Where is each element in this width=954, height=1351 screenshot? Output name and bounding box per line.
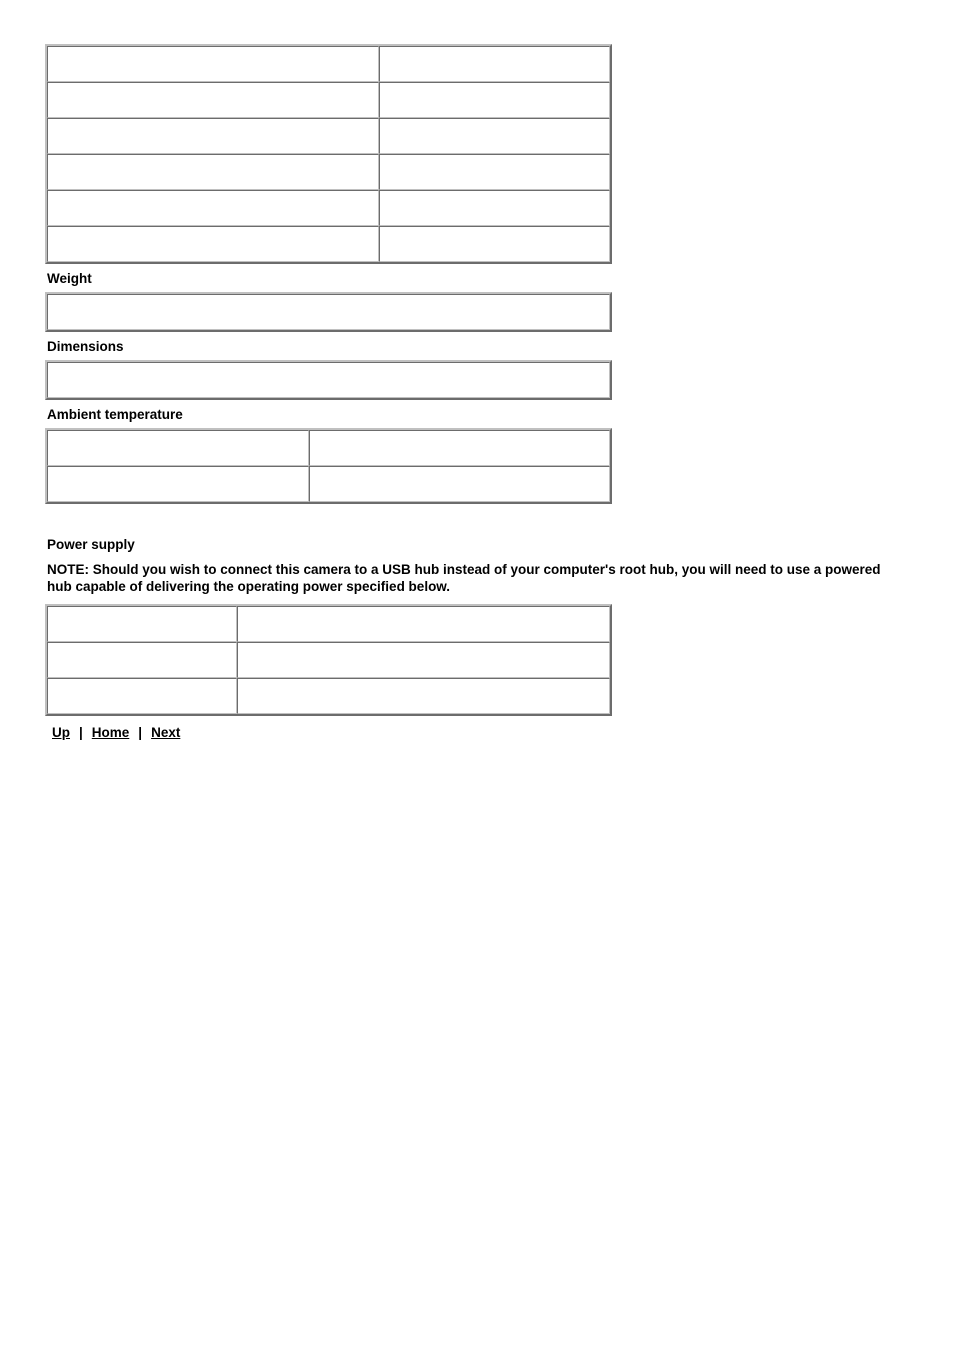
table-row (47, 226, 610, 262)
nav-separator: | (79, 725, 83, 740)
table-cell (47, 190, 379, 226)
table-row (47, 154, 610, 190)
table-cell (47, 82, 379, 118)
table-row (47, 46, 610, 82)
table-row (47, 294, 610, 330)
table-cell (379, 190, 610, 226)
section-heading-weight: Weight (47, 271, 92, 286)
page-navigation: Up | Home | Next (52, 724, 925, 742)
table-cell (47, 606, 237, 642)
ambient-temperature-table (45, 428, 612, 504)
table-row (47, 362, 610, 398)
power-supply-section (45, 604, 925, 716)
dimensions-table (45, 360, 612, 400)
table-cell (47, 294, 610, 330)
table-cell (47, 46, 379, 82)
table-cell (379, 154, 610, 190)
table-cell (47, 642, 237, 678)
section-heading-ambient-temperature: Ambient temperature (47, 407, 183, 422)
nav-separator: | (138, 725, 143, 740)
nav-link-home[interactable]: Home (92, 725, 130, 740)
table-cell (47, 118, 379, 154)
table-cell (379, 46, 610, 82)
section-heading-power-supply: Power supply (47, 537, 135, 552)
table-cell (379, 118, 610, 154)
power-supply-note: NOTE: Should you wish to connect this ca… (47, 562, 881, 594)
dimensions-section (45, 360, 925, 400)
table-row (47, 82, 610, 118)
table-cell (47, 226, 379, 262)
table-cell (47, 362, 610, 398)
power-supply-table (45, 604, 612, 716)
document-content: Weight Dimensions Ambient temperature Po… (45, 44, 925, 742)
table-cell (47, 678, 237, 714)
table-row (47, 118, 610, 154)
table-cell (309, 430, 610, 466)
table-row (47, 642, 610, 678)
weight-table (45, 292, 612, 332)
table-cell (379, 226, 610, 262)
nav-link-next[interactable]: Next (151, 725, 180, 740)
table-cell (237, 642, 610, 678)
table-row (47, 190, 610, 226)
general-specs-section (45, 44, 925, 264)
table-cell (237, 606, 610, 642)
table-cell (47, 430, 309, 466)
weight-section (45, 292, 925, 332)
document-page: Weight Dimensions Ambient temperature Po… (0, 0, 954, 1351)
table-cell (47, 466, 309, 502)
table-cell (237, 678, 610, 714)
section-heading-dimensions: Dimensions (47, 339, 124, 354)
table-row (47, 466, 610, 502)
nav-link-up[interactable]: Up (52, 725, 70, 740)
table-cell (309, 466, 610, 502)
table-cell (47, 154, 379, 190)
table-row (47, 606, 610, 642)
table-row (47, 678, 610, 714)
table-cell (379, 82, 610, 118)
ambient-temperature-section (45, 428, 925, 504)
table-row (47, 430, 610, 466)
general-specs-table (45, 44, 612, 264)
